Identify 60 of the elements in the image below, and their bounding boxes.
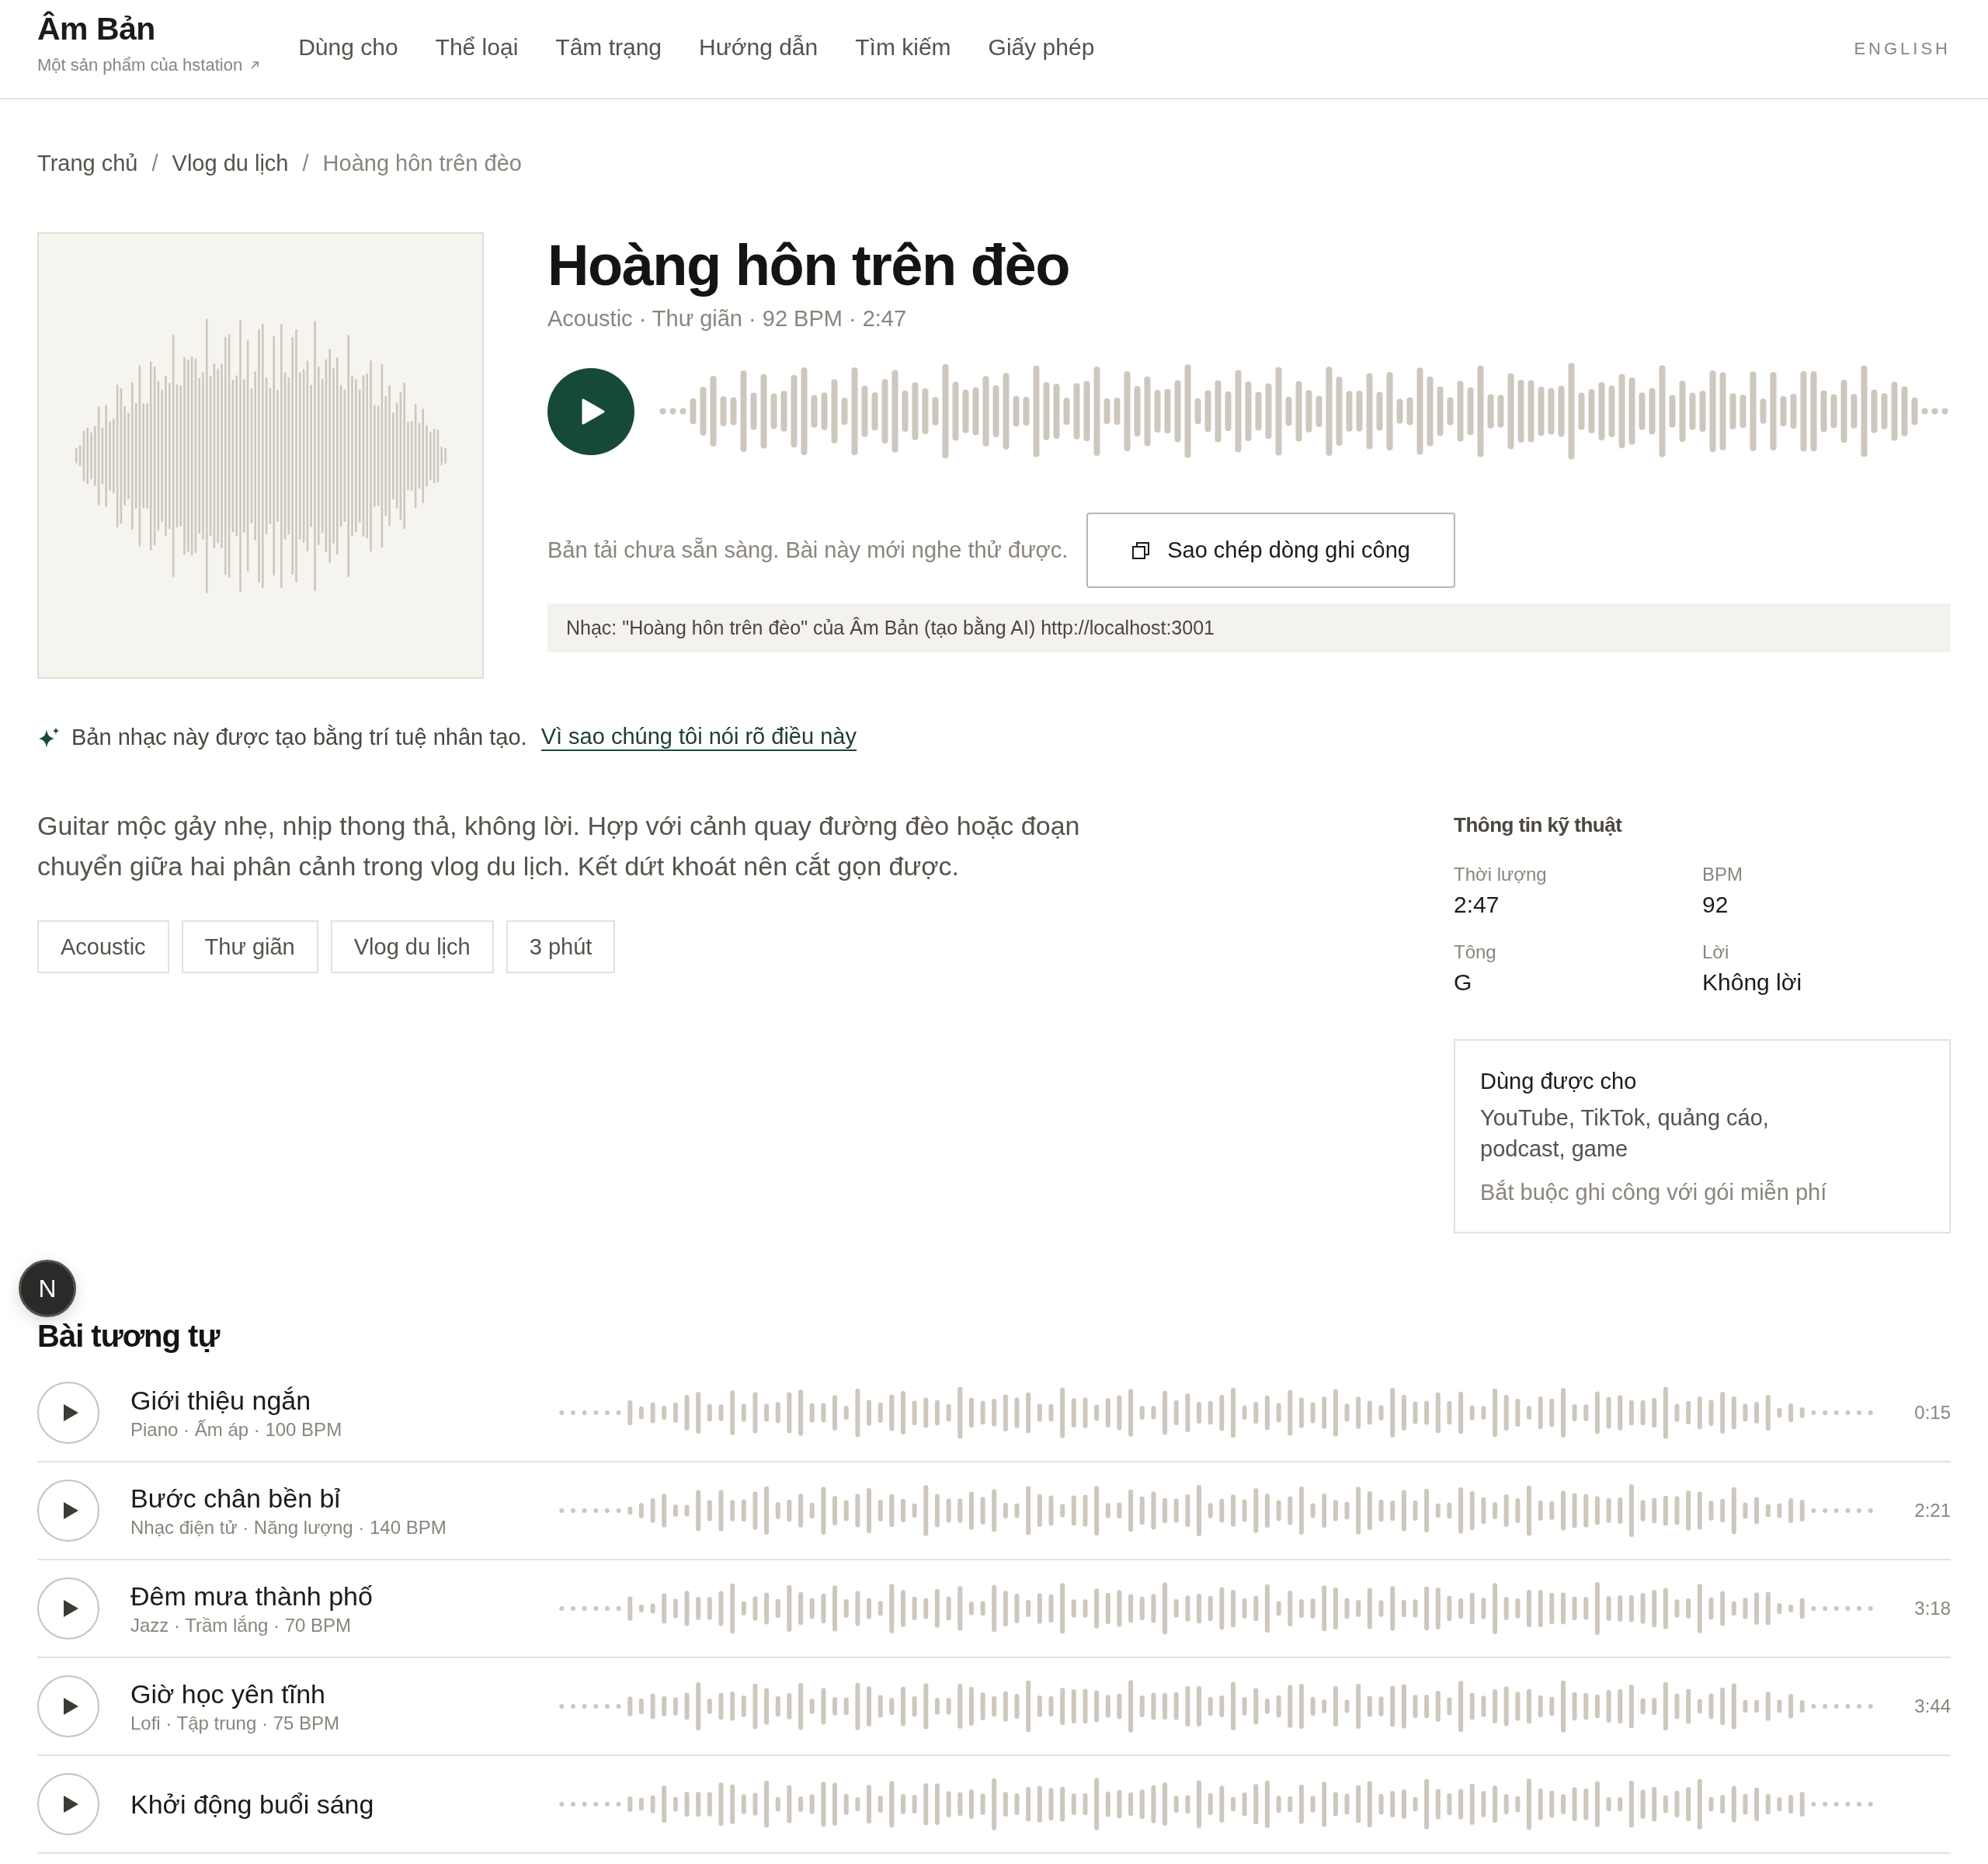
field-value: 92 [1702,892,1729,918]
dev-badge[interactable]: N [19,1260,76,1317]
track-title[interactable]: Bước chân bền bỉ [130,1483,542,1514]
track-meta: Jazz · Trầm lắng · 70 BPM [130,1614,353,1636]
ai-notice: Bản nhạc này được tạo bằng trí tuệ nhân tạo. [71,725,527,750]
card-title: Dùng được cho [1480,1069,1638,1094]
section-heading: Thông tin kỹ thuật [1454,813,1623,837]
track-title[interactable]: Giờ học yên tĩnh [130,1678,542,1709]
download-notice: Bản tải chưa sẵn sàng. Bài này mới nghe thử được. [547,537,1069,564]
copy-attribution-button[interactable]: Sao chép dòng ghi công [1086,513,1455,589]
track-duration: 3:18 [1913,1598,1951,1619]
nav-link[interactable]: Hướng dẫn [699,34,818,61]
track-title[interactable]: Đêm mưa thành phố [130,1581,542,1612]
breadcrumb-separator: / [151,151,158,176]
nav-link[interactable]: Thể loại [435,34,519,61]
track-title[interactable]: Khởi động buổi sáng [130,1789,542,1820]
track-meta: Nhạc điện tử · Năng lượng · 140 BPM [130,1516,447,1539]
byline-link[interactable]: Một sản phẩm của hstation [37,55,243,75]
explanation-link[interactable]: Vì sao chúng tôi nói rõ điều này [540,724,857,751]
language-link[interactable]: ENGLISH [1854,0,1951,59]
breadcrumb-separator: / [302,151,309,176]
nav-link[interactable]: Tìm kiếm [855,34,951,61]
field-label: Tông [1454,941,1497,963]
track-title: Hoàng hôn trên đèo [547,232,1070,299]
breadcrumb-link[interactable]: Vlog du lịch [172,151,289,176]
play-icon [62,1795,79,1814]
field-label: Thời lượng [1454,864,1548,885]
track-meta: Acoustic · Thư giãn · 92 BPM · 2:47 [547,306,908,332]
field-label: Lời [1702,941,1730,963]
track-duration: 2:21 [1913,1500,1951,1521]
play-icon [62,1501,79,1520]
nav-link[interactable]: Giấy phép [988,34,1095,61]
track-meta: Piano · Ấm áp · 100 BPM [130,1418,343,1441]
nav-link[interactable]: Tâm trạng [555,34,662,61]
breadcrumb-link[interactable]: Trang chủ [37,151,138,176]
tag-chip[interactable]: Thư giãn [181,920,318,973]
field-value: 2:47 [1454,892,1500,918]
track-description: Guitar mộc gảy nhẹ, nhịp thong thả, không lời. Hợp với cảnh quay đường đèo hoặc đoạn chuyển giữa hai phân cảnh trong vlog du lịch. Kết dứt khoát nên cắt gọn được. [37,810,1081,882]
logo[interactable]: Âm Bản [37,11,262,47]
tag-chip[interactable]: Vlog du lịch [330,920,494,973]
field-value: Không lời [1702,969,1803,996]
usage-text: YouTube, TikTok, quảng cáo, podcast, game [1480,1104,1770,1163]
copy-icon [1131,541,1151,560]
tag-chip[interactable]: Acoustic [37,920,169,973]
attribution-text: Nhạc: "Hoàng hôn trên đèo" của Âm Bản (tạo bằng AI) http://localhost:3001 [547,603,1951,653]
section-heading: Bài tương tự [37,1319,221,1354]
breadcrumb-current[interactable]: Hoàng hôn trên đèo [322,151,522,176]
play-icon [62,1599,79,1618]
track-title[interactable]: Giới thiệu ngắn [130,1385,542,1416]
field-value: G [1454,969,1473,996]
track-duration: 3:44 [1913,1695,1951,1717]
nav-link[interactable]: Dùng cho [298,34,398,61]
play-icon [62,1697,79,1716]
play-icon [582,398,605,425]
track-meta: Lofi · Tập trung · 75 BPM [130,1712,340,1734]
tag-chip[interactable]: 3 phút [506,920,616,973]
usage-note: Bắt buộc ghi công với gói miễn phí [1480,1180,1828,1205]
track-duration: 0:15 [1913,1402,1951,1424]
play-icon [62,1403,79,1422]
field-label: BPM [1702,864,1743,885]
